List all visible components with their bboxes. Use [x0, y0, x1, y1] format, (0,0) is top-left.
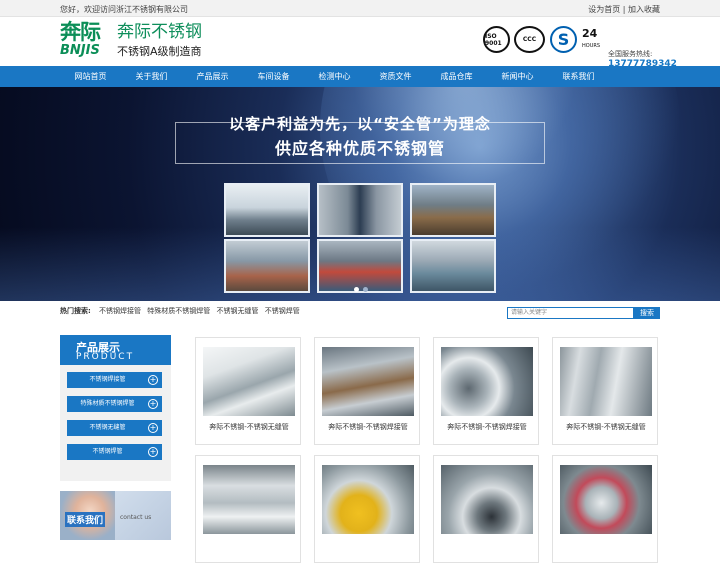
- sidebar-item-special-welded[interactable]: 特殊材质不锈钢焊管 +: [67, 396, 162, 412]
- top-bar: 您好，欢迎访问浙江不锈钢有限公司 设为首页 | 加入收藏: [0, 0, 720, 17]
- sidebar-header: 产品展示 PRODUCT: [60, 335, 171, 365]
- sidebar-item-welded[interactable]: 不锈钢焊管 +: [67, 444, 162, 460]
- plus-icon: +: [148, 423, 158, 433]
- banner-slogan-line2: 供应各种优质不锈钢管: [274, 139, 445, 158]
- plus-icon: +: [148, 447, 158, 457]
- plus-icon: +: [148, 375, 158, 385]
- s-cert-icon: S: [550, 26, 577, 53]
- product-image: [203, 465, 295, 534]
- welcome-text: 您好，欢迎访问浙江不锈钢有限公司: [60, 5, 188, 14]
- contact-banner[interactable]: 联系我们 contact us: [60, 491, 171, 540]
- banner-dot-1[interactable]: [354, 287, 359, 292]
- ccc-cert-icon: CCC: [514, 26, 545, 53]
- nav-item-home[interactable]: 网站首页: [60, 66, 121, 87]
- product-image: [560, 347, 652, 416]
- product-card[interactable]: [552, 455, 658, 563]
- site-logo[interactable]: 奔际 BNJIS 奔际不锈钢 不锈钢A级制造商: [60, 21, 220, 61]
- banner-pagination: [354, 287, 368, 292]
- add-favorite-link[interactable]: 加入收藏: [628, 5, 660, 14]
- nav-item-news[interactable]: 新闻中心: [487, 66, 548, 87]
- contact-sub: contact us: [120, 514, 152, 521]
- nav-item-contact[interactable]: 联系我们: [548, 66, 609, 87]
- hot-search-term[interactable]: 特殊材质不锈钢焊管: [147, 307, 210, 315]
- hot-search-term[interactable]: 不锈钢焊接管: [99, 307, 141, 315]
- product-image: [203, 347, 295, 416]
- sidebar-item-welded-pipe[interactable]: 不锈钢焊接管 +: [67, 372, 162, 388]
- banner-photo-lab: [317, 183, 403, 237]
- logo-mark-cn: 奔际: [60, 20, 101, 44]
- banner-photo-warehouse: [410, 239, 496, 293]
- banner-photo-office: [224, 183, 310, 237]
- product-image: [441, 347, 533, 416]
- hot-search-term[interactable]: 不锈钢无缝管: [217, 307, 259, 315]
- plus-icon: +: [148, 399, 158, 409]
- product-caption: 奔际不锈钢-不锈钢无缝管: [209, 423, 289, 431]
- hot-search-label: 热门搜索:: [60, 307, 91, 315]
- product-caption: 奔际不锈钢-不锈钢焊接管: [447, 423, 527, 431]
- sidebar-subtitle: PRODUCT: [76, 352, 135, 362]
- sidebar-item-seamless[interactable]: 不锈钢无缝管 +: [67, 420, 162, 436]
- iso-cert-icon: ISO 9001: [483, 26, 510, 53]
- top-links: 设为首页 | 加入收藏: [588, 4, 660, 15]
- product-image: [441, 465, 533, 534]
- hotline-label: 全国服务热线:: [608, 50, 653, 58]
- main-nav: 网站首页 关于我们 产品展示 车间设备 检测中心 资质文件 成品仓库 新闻中心 …: [0, 66, 720, 87]
- product-card[interactable]: [314, 455, 420, 563]
- hot-search-term[interactable]: 不锈钢焊管: [265, 307, 300, 315]
- product-card[interactable]: 奔际不锈钢-不锈钢无缝管: [195, 337, 301, 445]
- banner-slogan-line1: 以客户利益为先，以“安全管”为理念: [229, 115, 491, 133]
- brand-slogan: 不锈钢A级制造商: [117, 45, 202, 58]
- link-separator: |: [620, 5, 628, 14]
- search-button[interactable]: 搜索: [634, 307, 660, 319]
- banner-photo-factory-2: [224, 239, 310, 293]
- product-card[interactable]: [195, 455, 301, 563]
- brand-name: 奔际不锈钢: [117, 22, 202, 42]
- product-card[interactable]: 奔际不锈钢-不锈钢焊接管: [433, 337, 539, 445]
- 24-hours-icon: 24 HOURS: [582, 28, 600, 52]
- product-image: [322, 347, 414, 416]
- nav-item-products[interactable]: 产品展示: [182, 66, 243, 87]
- nav-item-warehouse[interactable]: 成品仓库: [426, 66, 487, 87]
- banner-photo-machinery: [317, 239, 403, 293]
- sidebar-item-label: 不锈钢无缝管: [89, 424, 126, 431]
- sidebar-category-list: 不锈钢焊接管 + 特殊材质不锈钢焊管 + 不锈钢无缝管 + 不锈钢焊管 +: [60, 365, 171, 481]
- product-image: [560, 465, 652, 534]
- set-home-link[interactable]: 设为首页: [588, 5, 620, 14]
- sidebar-item-label: 不锈钢焊接管: [89, 376, 126, 383]
- hero-banner[interactable]: 以客户利益为先，以“安全管”为理念 供应各种优质不锈钢管: [0, 87, 720, 301]
- nav-item-workshop[interactable]: 车间设备: [243, 66, 304, 87]
- contact-label: 联系我们: [65, 512, 106, 527]
- site-header: 奔际 BNJIS 奔际不锈钢 不锈钢A级制造商 ISO 9001 CCC S 2…: [0, 17, 720, 70]
- search-input[interactable]: 请输入关键字: [507, 307, 634, 319]
- product-sidebar: 产品展示 PRODUCT 不锈钢焊接管 + 特殊材质不锈钢焊管 + 不锈钢无缝管…: [60, 335, 171, 481]
- nav-item-testing[interactable]: 检测中心: [304, 66, 365, 87]
- product-image: [322, 465, 414, 534]
- sidebar-item-label: 特殊材质不锈钢焊管: [80, 400, 135, 407]
- banner-dot-2[interactable]: [363, 287, 368, 292]
- banner-photo-factory-1: [410, 183, 496, 237]
- logo-mark-en: BNJIS: [60, 43, 100, 58]
- product-caption: 奔际不锈钢-不锈钢无缝管: [566, 423, 646, 431]
- hot-search-bar: 热门搜索: 不锈钢焊接管 特殊材质不锈钢焊管 不锈钢无缝管 不锈钢焊管: [60, 306, 304, 316]
- 24-hours-label: HOURS: [582, 43, 601, 49]
- sidebar-item-label: 不锈钢焊管: [92, 448, 123, 455]
- nav-item-certificates[interactable]: 资质文件: [365, 66, 426, 87]
- product-card[interactable]: 奔际不锈钢-不锈钢无缝管: [552, 337, 658, 445]
- product-card[interactable]: [433, 455, 539, 563]
- product-card[interactable]: 奔际不锈钢-不锈钢焊接管: [314, 337, 420, 445]
- product-caption: 奔际不锈钢-不锈钢焊接管: [328, 423, 408, 431]
- nav-item-about[interactable]: 关于我们: [121, 66, 182, 87]
- 24-hours-number: 24: [582, 27, 598, 40]
